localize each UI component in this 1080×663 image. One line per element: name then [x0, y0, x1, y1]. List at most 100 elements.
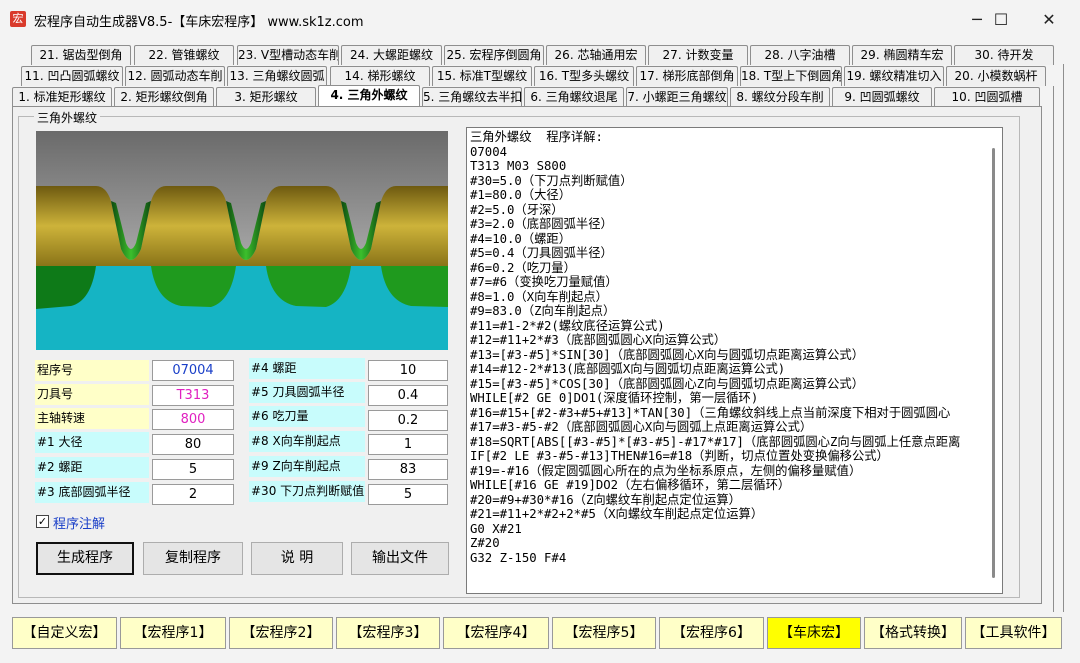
p3-field[interactable]: 2	[152, 484, 234, 505]
tab-13[interactable]: 13. 三角螺纹圆弧	[227, 66, 327, 86]
tab-20[interactable]: 20. 小模数蜗杆	[946, 66, 1046, 86]
tool-no-label: 刀具号	[35, 384, 149, 405]
tab-15[interactable]: 15. 标准T型螺纹	[432, 66, 532, 86]
app-icon: 宏	[10, 11, 26, 27]
spindle-speed-label: 主轴转速	[35, 408, 149, 429]
custom-macro-button[interactable]: 【自定义宏】	[12, 617, 117, 649]
macro4-button[interactable]: 【宏程序4】	[443, 617, 549, 649]
title-bar: 宏 宏程序自动生成器V8.5-【车床宏程序】 www.sk1z.com ─ ☐ …	[0, 0, 1080, 40]
code-line: #6=0.2（吃刀量）	[470, 260, 576, 275]
macro3-button[interactable]: 【宏程序3】	[336, 617, 440, 649]
scrollbar-thumb[interactable]	[992, 148, 995, 578]
vertical-scrollbar[interactable]	[985, 128, 1002, 593]
export-button[interactable]: 输出文件	[351, 542, 449, 575]
tab-16[interactable]: 16. T型多头螺纹	[534, 66, 634, 86]
tab-17[interactable]: 17. 梯形底部倒角	[636, 66, 738, 86]
tab-9[interactable]: 9. 凹圆弧螺纹	[832, 87, 932, 107]
code-line: 三角外螺纹 程序详解:	[470, 130, 603, 144]
code-line: #21=#11+2*#2+2*#5（X向螺纹车削起点定位运算）	[470, 507, 764, 521]
lathe-macro-button[interactable]: 【车床宏】	[767, 617, 861, 649]
code-line: #20=#9+#30*#16（Z向螺纹车削起点定位运算）	[470, 492, 741, 507]
macro5-button[interactable]: 【宏程序5】	[552, 617, 656, 649]
code-line: Z#20	[470, 536, 500, 550]
tab-8[interactable]: 8. 螺纹分段车削	[730, 87, 830, 107]
tab-6[interactable]: 6. 三角螺纹退尾	[524, 87, 624, 107]
code-line: 07004	[470, 144, 508, 159]
p3-label: #3 底部圆弧半径	[35, 482, 149, 503]
tab-11[interactable]: 11. 凹凸圆弧螺纹	[21, 66, 123, 86]
code-line: #11=#1-2*#2(螺纹底径运算公式)	[470, 318, 665, 333]
help-button[interactable]: 说 明	[251, 542, 343, 575]
annotate-label[interactable]: 程序注解	[53, 513, 105, 532]
code-line: G0 X#21	[470, 521, 522, 536]
maximize-icon[interactable]: ☐	[978, 4, 1024, 36]
tab-18[interactable]: 18. T型上下倒圆角	[740, 66, 842, 86]
p1-field[interactable]: 80	[152, 434, 234, 455]
tab-12[interactable]: 12. 圆弧动态车削	[125, 66, 225, 86]
tab-23[interactable]: 23. V型槽动态车削	[237, 45, 339, 65]
p2-field[interactable]: 5	[152, 459, 234, 480]
tab-28[interactable]: 28. 八字油槽	[750, 45, 850, 65]
p6-field[interactable]: 0.2	[368, 410, 448, 431]
prog-no-field[interactable]: 07004	[152, 360, 234, 381]
program-code: 三角外螺纹 程序详解: 07004 T313 M03 S800 #30=5.0（下刀点…	[470, 130, 960, 565]
tab-19[interactable]: 19. 螺纹精准切入	[844, 66, 944, 86]
tab-26[interactable]: 26. 芯轴通用宏	[546, 45, 646, 65]
tab-5[interactable]: 5. 三角螺纹去半扣	[422, 87, 522, 107]
macro2-button[interactable]: 【宏程序2】	[229, 617, 333, 649]
p1-label: #1 大径	[35, 432, 149, 453]
p4-label: #4 螺距	[249, 358, 365, 379]
tab-27[interactable]: 27. 计数变量	[648, 45, 748, 65]
prog-no-label: 程序号	[35, 360, 149, 381]
tab-3[interactable]: 3. 矩形螺纹	[216, 87, 316, 107]
tool-no-field[interactable]: T313	[152, 385, 234, 406]
tab-21[interactable]: 21. 锯齿型倒角	[31, 45, 131, 65]
code-line: #13=[#3-#5]*SIN[30]（底部圆弧圆心X向与圆弧切点距离运算公式）	[470, 347, 865, 362]
p5-label: #5 刀具圆弧半径	[249, 382, 365, 403]
code-line: #8=1.0（X向车削起点）	[470, 289, 608, 304]
code-line: #17=#3-#5-#2（底部圆弧圆心X向与圆弧上点距离运算公式）	[470, 420, 813, 434]
code-line: #30=5.0（下刀点判断赋值）	[470, 173, 633, 188]
tab-4-active[interactable]: 4. 三角外螺纹	[318, 85, 420, 107]
code-line: #2=5.0（牙深）	[470, 202, 564, 217]
tab-14[interactable]: 14. 梯形螺纹	[330, 66, 430, 86]
tab-22[interactable]: 22. 管锥螺纹	[134, 45, 234, 65]
code-line: #5=0.4（刀具圆弧半径）	[470, 246, 613, 260]
code-line: #16=#15+[#2-#3+#5+#13]*TAN[30]（三角螺纹斜线上点当…	[470, 405, 951, 420]
p8-field[interactable]: 1	[368, 434, 448, 455]
generate-button[interactable]: 生成程序	[36, 542, 134, 575]
format-convert-button[interactable]: 【格式转换】	[864, 617, 962, 649]
tab-25[interactable]: 25. 宏程序倒圆角	[444, 45, 544, 65]
tab-30[interactable]: 30. 待开发	[954, 45, 1054, 65]
tab-24[interactable]: 24. 大螺距螺纹	[341, 45, 442, 65]
macro1-button[interactable]: 【宏程序1】	[120, 617, 226, 649]
tab-10[interactable]: 10. 凹圆弧槽	[934, 87, 1040, 107]
program-textarea[interactable]: 三角外螺纹 程序详解: 07004 T313 M03 S800 #30=5.0（下刀点…	[466, 127, 1003, 594]
p6-label: #6 吃刀量	[249, 406, 365, 427]
p9-label: #9 Z向车削起点	[249, 456, 365, 477]
window-title: 宏程序自动生成器V8.5-【车床宏程序】 www.sk1z.com	[34, 15, 364, 30]
tab-7[interactable]: 7. 小螺距三角螺纹	[626, 87, 728, 107]
tab-1[interactable]: 1. 标准矩形螺纹	[12, 87, 112, 107]
code-line: #15=[#3-#5]*COS[30]（底部圆弧圆心Z向与圆弧切点距离运算公式）	[470, 376, 865, 391]
code-line: #4=10.0（螺距）	[470, 231, 572, 246]
tools-button[interactable]: 【工具软件】	[965, 617, 1062, 649]
annotate-checkbox[interactable]: ✓	[36, 515, 49, 528]
p30-label: #30 下刀点判断赋值	[249, 481, 365, 502]
copy-button[interactable]: 复制程序	[143, 542, 243, 575]
code-line: #18=SQRT[ABS[[#3-#5]*[#3-#5]-#17*#17]（底部…	[470, 434, 961, 449]
p4-field[interactable]: 10	[368, 360, 448, 381]
spindle-speed-field[interactable]: 800	[152, 409, 234, 430]
p9-field[interactable]: 83	[368, 459, 448, 480]
code-line: #14=#12-2*#13(底部圆弧X向与圆弧切点距离运算公式)	[470, 362, 786, 376]
code-line: #9=83.0（Z向车削起点）	[470, 304, 616, 318]
tab-row-2: 11. 凹凸圆弧螺纹 12. 圆弧动态车削 13. 三角螺纹圆弧 14. 梯形螺…	[0, 66, 1080, 86]
code-line: #19=-#16（假定圆弧圆心所在的点为坐标系原点，左侧的偏移量赋值）	[470, 463, 862, 478]
tab-29[interactable]: 29. 椭圆精车宏	[852, 45, 952, 65]
close-icon[interactable]: ✕	[1026, 4, 1072, 36]
p30-field[interactable]: 5	[368, 484, 448, 505]
p5-field[interactable]: 0.4	[368, 385, 448, 406]
p2-label: #2 螺距	[35, 457, 149, 478]
tab-2[interactable]: 2. 矩形螺纹倒角	[114, 87, 214, 107]
macro6-button[interactable]: 【宏程序6】	[659, 617, 764, 649]
